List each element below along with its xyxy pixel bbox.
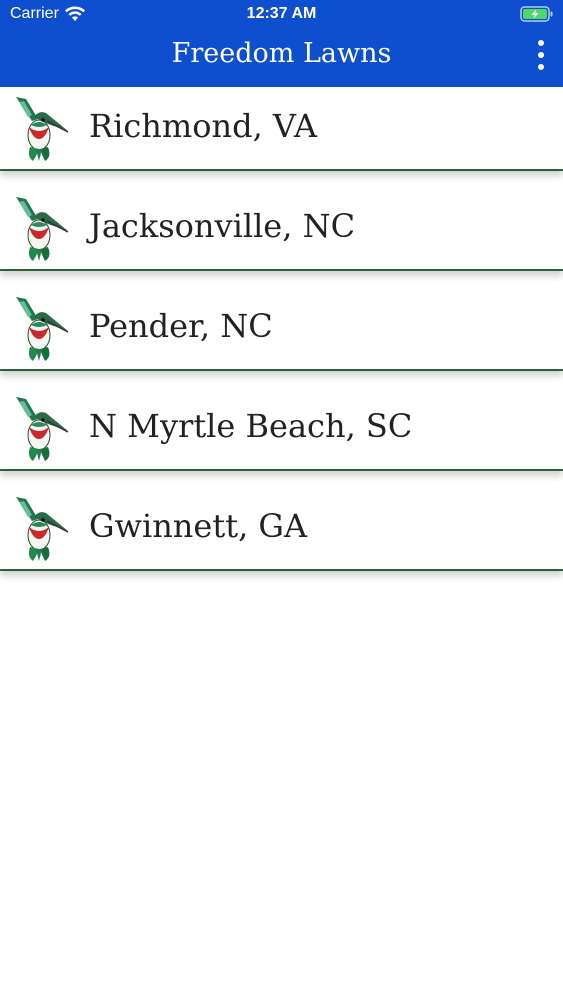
status-bar: Carrier 12:37 AM: [0, 0, 563, 30]
location-label: Gwinnett, GA: [89, 507, 308, 545]
list-item[interactable]: Gwinnett, GA: [0, 487, 563, 571]
list-item[interactable]: Richmond, VA: [0, 87, 563, 171]
hummingbird-icon: [16, 97, 69, 161]
more-vertical-icon: [538, 40, 544, 46]
battery-charging-icon: [520, 6, 553, 22]
location-label: N Myrtle Beach, SC: [89, 407, 413, 445]
list-item[interactable]: Jacksonville, NC: [0, 187, 563, 271]
more-options-button[interactable]: [534, 40, 548, 70]
location-label: Pender, NC: [89, 307, 273, 345]
hummingbird-icon: [16, 397, 69, 461]
hummingbird-icon: [16, 197, 69, 261]
page-title: Freedom Lawns: [171, 38, 392, 69]
app-header: Carrier 12:37 AM Freedom Lawns: [0, 0, 563, 87]
status-time: 12:37 AM: [246, 5, 317, 22]
location-list: Richmond, VA Jacksonville, NC Pender, NC…: [0, 87, 563, 587]
location-label: Jacksonville, NC: [89, 207, 356, 245]
location-label: Richmond, VA: [89, 107, 317, 145]
hummingbird-icon: [16, 497, 69, 561]
list-item[interactable]: N Myrtle Beach, SC: [0, 387, 563, 471]
hummingbird-icon: [16, 297, 69, 361]
list-item[interactable]: Pender, NC: [0, 287, 563, 371]
